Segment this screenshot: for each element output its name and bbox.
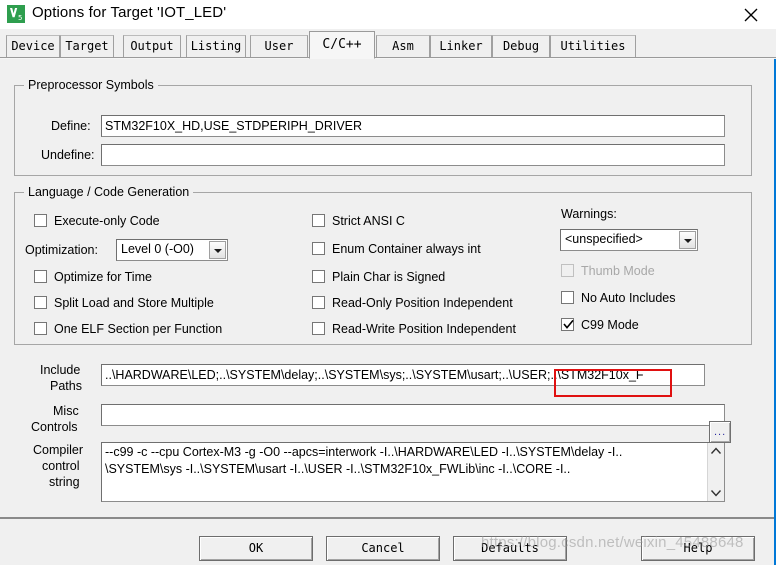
browse-include-paths-button[interactable]: ...	[709, 421, 731, 443]
window-title: Options for Target 'IOT_LED'	[32, 4, 227, 21]
cancel-button[interactable]: Cancel	[326, 536, 440, 561]
compiler-control-label-line1: Compiler	[33, 443, 84, 457]
checkbox-thumb-mode	[561, 264, 574, 277]
preprocessor-group-label: Preprocessor Symbols	[24, 78, 158, 92]
warnings-value: <unspecified>	[565, 232, 643, 246]
compiler-string-line-1: --c99 -c --cpu Cortex-M3 -g -O0 --apcs=i…	[105, 445, 623, 459]
checkbox-no-auto-includes[interactable]	[561, 291, 574, 304]
check-icon	[563, 319, 574, 333]
tab-asm[interactable]: Asm	[376, 35, 430, 57]
undefine-input[interactable]	[101, 144, 725, 166]
warnings-select[interactable]: <unspecified>	[560, 229, 698, 251]
misc-controls-input[interactable]	[101, 404, 725, 426]
options-dialog: 5 Options for Target 'IOT_LED' Device Ta…	[0, 0, 776, 565]
tab-listing[interactable]: Listing	[186, 35, 246, 57]
tab-c-cpp[interactable]: C/C++	[309, 31, 375, 59]
label-execute-only-code: Execute-only Code	[54, 214, 160, 228]
label-enum-container-always-int: Enum Container always int	[332, 242, 481, 256]
defaults-button[interactable]: Defaults	[453, 536, 567, 561]
label-c99-mode: C99 Mode	[581, 318, 639, 332]
browse-ellipsis-label: ...	[714, 426, 727, 438]
checkbox-optimize-for-time[interactable]	[34, 270, 47, 283]
compiler-string-scrollbar[interactable]	[707, 443, 724, 501]
label-split-load-and-store-multiple: Split Load and Store Multiple	[54, 296, 214, 310]
tab-utilities[interactable]: Utilities	[550, 35, 636, 57]
include-paths-label-line2: Paths	[50, 379, 82, 393]
compiler-control-string-textarea[interactable]: --c99 -c --cpu Cortex-M3 -g -O0 --apcs=i…	[101, 442, 725, 502]
scroll-up-icon[interactable]	[708, 443, 724, 460]
label-one-elf-section-per-function: One ELF Section per Function	[54, 322, 223, 336]
footer-bar: OK Cancel Defaults Help	[0, 519, 774, 565]
include-paths-input[interactable]: ..\HARDWARE\LED;..\SYSTEM\delay;..\SYSTE…	[101, 364, 705, 386]
compiler-control-label-line3: string	[49, 475, 80, 489]
keil-uvision-logo-icon: 5	[7, 5, 25, 23]
ok-button[interactable]: OK	[199, 536, 313, 561]
label-plain-char-is-signed: Plain Char is Signed	[332, 270, 446, 284]
tab-debug[interactable]: Debug	[492, 35, 550, 57]
tab-user[interactable]: User	[250, 35, 308, 57]
tab-linker[interactable]: Linker	[430, 35, 492, 57]
optimization-select[interactable]: Level 0 (-O0)	[116, 239, 228, 261]
optimization-value: Level 0 (-O0)	[121, 242, 194, 256]
checkbox-strict-ansi-c[interactable]	[312, 214, 325, 227]
checkbox-enum-container-always-int[interactable]	[312, 242, 325, 255]
chevron-down-icon[interactable]	[679, 231, 696, 249]
tab-device[interactable]: Device	[6, 35, 60, 57]
compiler-string-line-2: \SYSTEM\sys -I..\SYSTEM\usart -I..\USER …	[105, 462, 571, 476]
c-cpp-panel: Preprocessor Symbols Define: STM32F10X_H…	[0, 58, 774, 518]
label-read-only-position-independent: Read-Only Position Independent	[332, 296, 513, 310]
checkbox-c99-mode[interactable]	[561, 318, 574, 331]
label-optimize-for-time: Optimize for Time	[54, 270, 152, 284]
define-label: Define:	[51, 119, 91, 133]
chevron-down-icon[interactable]	[209, 241, 226, 259]
checkbox-execute-only-code[interactable]	[34, 214, 47, 227]
checkbox-split-load-and-store-multiple[interactable]	[34, 296, 47, 309]
label-no-auto-includes: No Auto Includes	[581, 291, 676, 305]
checkbox-read-write-position-independent[interactable]	[312, 322, 325, 335]
tab-strip: Device Target Output Listing User C/C++ …	[0, 29, 776, 59]
tab-target[interactable]: Target	[60, 35, 114, 57]
label-strict-ansi-c: Strict ANSI C	[332, 214, 405, 228]
help-button[interactable]: Help	[641, 536, 755, 561]
warnings-label: Warnings:	[561, 207, 617, 221]
svg-text:5: 5	[18, 14, 22, 22]
close-icon[interactable]	[728, 0, 774, 28]
optimization-label: Optimization:	[25, 243, 98, 257]
misc-controls-label-line2: Controls	[31, 420, 78, 434]
label-thumb-mode: Thumb Mode	[581, 264, 655, 278]
label-read-write-position-independent: Read-Write Position Independent	[332, 322, 516, 336]
compiler-control-label-line2: control	[42, 459, 80, 473]
misc-controls-label-line1: Misc	[53, 404, 79, 418]
language-group-label: Language / Code Generation	[24, 185, 194, 199]
checkbox-plain-char-is-signed[interactable]	[312, 270, 325, 283]
include-paths-label-line1: Include	[40, 363, 81, 377]
checkbox-one-elf-section-per-function[interactable]	[34, 322, 47, 335]
define-input[interactable]: STM32F10X_HD,USE_STDPERIPH_DRIVER	[101, 115, 725, 137]
undefine-label: Undefine:	[41, 148, 95, 162]
checkbox-read-only-position-independent[interactable]	[312, 296, 325, 309]
scroll-down-icon[interactable]	[708, 484, 724, 501]
title-bar: 5 Options for Target 'IOT_LED'	[0, 0, 776, 29]
tab-output[interactable]: Output	[123, 35, 181, 57]
